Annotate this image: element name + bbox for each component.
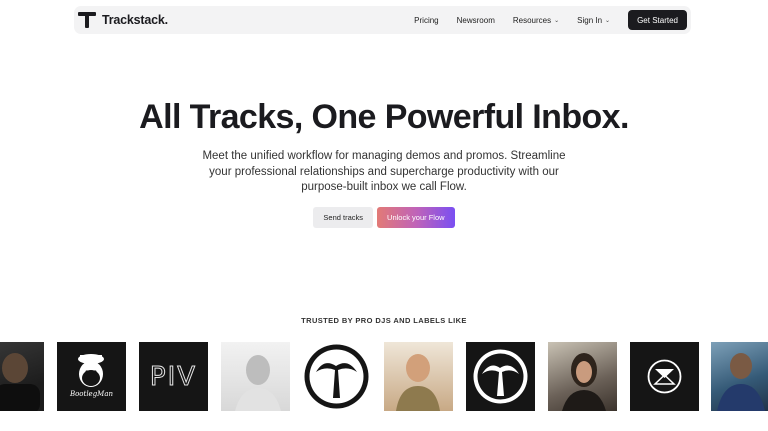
brand-name: Trackstack. <box>102 13 168 27</box>
unlock-flow-button[interactable]: Unlock your Flow <box>377 207 455 228</box>
top-nav: Trackstack. Pricing Newsroom Resources ⌄… <box>74 6 691 34</box>
artist-photo <box>384 342 453 411</box>
artist-photo <box>711 342 768 411</box>
nav-resources[interactable]: Resources ⌄ <box>513 16 559 25</box>
geometric-label-logo <box>630 342 699 411</box>
trackstack-logo-icon <box>78 12 96 28</box>
nav-pricing-label: Pricing <box>414 15 439 25</box>
piv-wordmark: PIV <box>149 362 198 393</box>
nav-resources-label: Resources <box>512 15 552 25</box>
nav-links: Pricing Newsroom Resources ⌄ Sign In ⌄ G… <box>396 10 687 30</box>
logo-strip: BootlegMan PIV <box>0 342 768 411</box>
trusted-heading: TRUSTED BY PRO DJS AND LABELS LIKE <box>301 316 467 325</box>
nav-sign-in-label: Sign In <box>577 15 603 25</box>
bootlegman-wordmark: BootlegMan <box>69 390 114 398</box>
hero-title: All Tracks, One Powerful Inbox. <box>139 98 629 136</box>
palm-tree-logo <box>302 342 371 411</box>
nav-newsroom-label: Newsroom <box>456 15 495 25</box>
hero-buttons: Send tracks Unlock your Flow <box>0 207 768 228</box>
palm-tree-logo <box>466 342 535 411</box>
chevron-down-icon: ⌄ <box>554 17 560 24</box>
chevron-down-icon: ⌄ <box>605 17 611 24</box>
get-started-button[interactable]: Get Started <box>628 10 687 30</box>
artist-photo <box>0 342 44 411</box>
nav-pricing[interactable]: Pricing <box>414 16 438 25</box>
hero-subtitle: Meet the unified workflow for managing d… <box>202 150 566 193</box>
bootlegman-logo: BootlegMan <box>57 342 126 411</box>
nav-newsroom[interactable]: Newsroom <box>457 16 495 25</box>
send-tracks-button[interactable]: Send tracks <box>313 207 374 228</box>
nav-sign-in[interactable]: Sign In ⌄ <box>577 16 610 25</box>
artist-photo <box>221 342 290 411</box>
brand-logo[interactable]: Trackstack. <box>78 12 168 28</box>
artist-photo <box>548 342 617 411</box>
piv-logo: PIV <box>139 342 208 411</box>
